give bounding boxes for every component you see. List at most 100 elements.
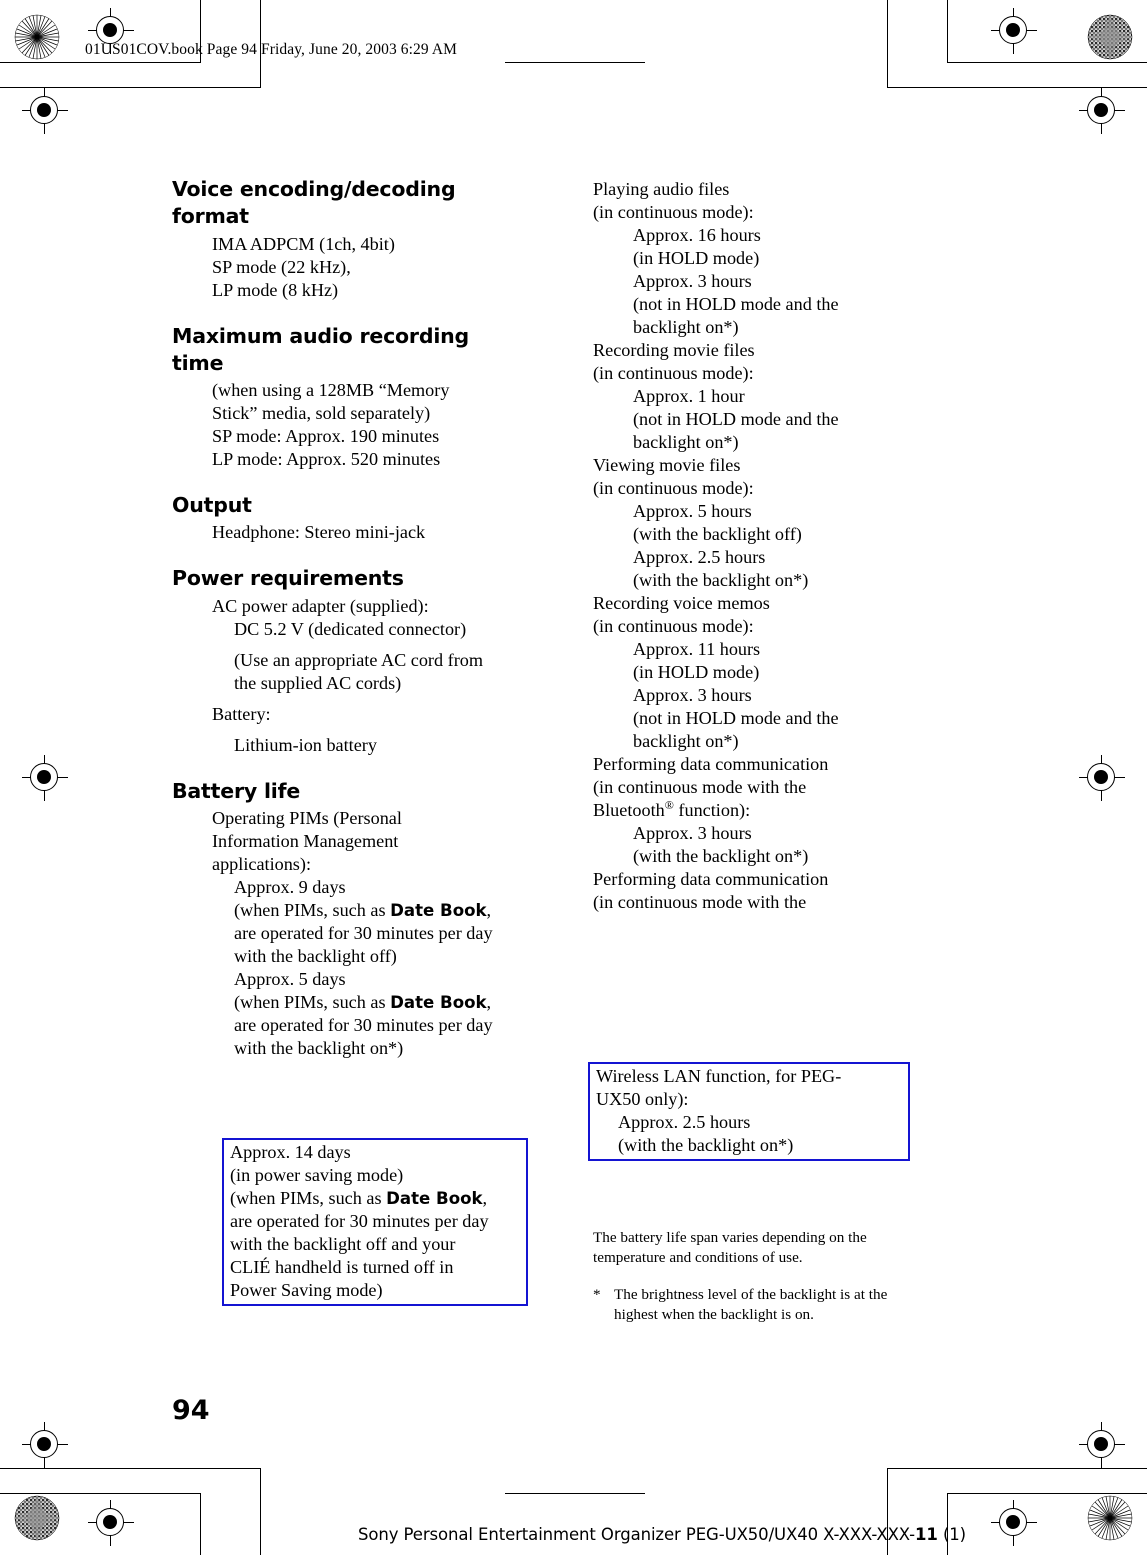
spec-line: LP mode (8 kHz) xyxy=(212,279,339,300)
usage-group-mode: (in continuous mode with the xyxy=(593,777,807,798)
cond-text: , xyxy=(482,1188,488,1209)
battery-entry-value: Approx. 9 days xyxy=(234,877,346,898)
spec-line: Headphone: Stereo mini-jack xyxy=(212,522,426,543)
left-text-column: Voice encoding/decoding format IMA ADPCM… xyxy=(172,176,512,1060)
usage-condition: backlight on*) xyxy=(633,432,739,453)
usage-value: Approx. 2.5 hours xyxy=(618,1112,751,1133)
battery-life-note: The battery life span varies depending o… xyxy=(593,1228,923,1267)
note-line: The battery life span varies depending o… xyxy=(593,1229,845,1246)
crop-line-right-inner xyxy=(887,0,888,88)
battery-entry-condition: (when PIMs, such as Date Book, xyxy=(234,899,512,922)
usage-group-mode: (in continuous mode): xyxy=(593,202,754,223)
spec-line: (Use an appropriate AC cord from xyxy=(234,649,483,670)
battery-entry-condition: are operated for 30 minutes per day xyxy=(234,1015,493,1036)
cond-text: , xyxy=(486,992,492,1013)
app-name-date-book: Date Book xyxy=(390,993,487,1013)
spec-line: Operating PIMs (Personal xyxy=(212,807,402,828)
cond-text: (when PIMs, such as xyxy=(230,1188,387,1209)
usage-condition: (in HOLD mode) xyxy=(633,248,760,269)
backlight-footnote: * The brightness level of the backlight … xyxy=(593,1285,933,1324)
crop-line-bottom-left-inner xyxy=(0,1468,260,1469)
crop-line-right-bottom-outer xyxy=(947,1493,948,1555)
right-text-column: Playing audio files (in continuous mode)… xyxy=(593,178,933,915)
battery-entry-condition: are operated for 30 minutes per day xyxy=(230,1211,489,1232)
registration-mark-top-left xyxy=(22,88,68,134)
battery-entry-condition: with the backlight off) xyxy=(234,946,397,967)
crop-line-right-outer xyxy=(947,0,948,63)
usage-group-mode: UX50 only): xyxy=(596,1089,689,1110)
crop-line-left-bottom-outer xyxy=(200,1493,201,1555)
battery-entry-condition: CLIÉ handheld is turned off in xyxy=(230,1257,454,1278)
footer-revision: 11 xyxy=(915,1525,938,1544)
section-heading-voice-format: Voice encoding/decoding format xyxy=(172,177,456,229)
highlight-box-power-saving-mode: Approx. 14 days (in power saving mode) (… xyxy=(222,1138,528,1307)
usage-condition: (not in HOLD mode and the xyxy=(633,708,839,729)
spec-line: the supplied AC cords) xyxy=(234,672,402,693)
center-mark-bottom xyxy=(505,1493,645,1494)
usage-group-mode: (in continuous mode): xyxy=(593,363,754,384)
page-number: 94 xyxy=(172,1395,210,1426)
book-slug-line: 01US01COV.book Page 94 Friday, June 20, … xyxy=(85,41,458,58)
usage-group-mode: (in continuous mode): xyxy=(593,616,754,637)
registration-mark-bottom-right xyxy=(1079,1422,1125,1468)
crop-line-bottom-left-outer xyxy=(0,1493,200,1494)
app-name-date-book: Date Book xyxy=(390,901,487,921)
spec-line: LP mode: Approx. 520 minutes xyxy=(212,449,441,470)
usage-group-mode: (in continuous mode with the xyxy=(593,892,807,913)
cond-text: (when PIMs, such as xyxy=(234,900,391,921)
usage-group-mode: (in continuous mode): xyxy=(593,478,754,499)
bluetooth-suffix: function): xyxy=(673,800,751,821)
registration-mark-bottom-left-lower xyxy=(88,1500,134,1546)
crop-line-bottom-right-outer xyxy=(947,1493,1147,1494)
registration-mark-left-middle xyxy=(22,755,68,801)
usage-group-title: Performing data communication xyxy=(593,869,829,890)
usage-value: Approx. 3 hours xyxy=(633,823,752,844)
usage-condition: (not in HOLD mode and the xyxy=(633,409,839,430)
rosette-target-top-right xyxy=(1087,14,1133,60)
note-line-1: The brightness level of the backlight is xyxy=(614,1286,851,1303)
footer-suffix: (1) xyxy=(937,1525,967,1544)
battery-entry-condition: Power Saving mode) xyxy=(230,1280,383,1301)
usage-condition: (with the backlight off) xyxy=(633,524,802,545)
spec-line: Battery: xyxy=(212,703,271,724)
usage-value: Approx. 5 hours xyxy=(633,501,752,522)
usage-value: Approx. 16 hours xyxy=(633,225,761,246)
section-heading-max-audio-recording-time: Maximum audio recording time xyxy=(172,323,470,375)
bluetooth-label: Bluetooth xyxy=(593,800,665,821)
footer-product-line: Sony Personal Entertainment Organizer PE… xyxy=(358,1525,916,1544)
footnote-asterisk-icon: * xyxy=(593,1286,601,1303)
note-line: The brightness level of the backlight is… xyxy=(614,1285,933,1324)
battery-entry-value: Approx. 14 days xyxy=(230,1142,351,1162)
battery-entry-condition: (in power saving mode) xyxy=(230,1165,404,1186)
registration-mark-right-middle xyxy=(1079,755,1125,801)
app-name-date-book: Date Book xyxy=(386,1189,483,1209)
usage-group-title: Recording movie files xyxy=(593,340,755,361)
crop-line-left-bottom-inner xyxy=(260,1468,261,1555)
usage-group-mode: Wireless LAN function, for PEG- xyxy=(596,1066,842,1086)
usage-condition: (with the backlight on*) xyxy=(633,846,809,867)
usage-group-title: Performing data communication xyxy=(593,754,829,775)
section-heading-battery-life: Battery life xyxy=(172,778,301,803)
rosette-target-bottom-left xyxy=(14,1495,60,1541)
spec-line: Lithium-ion battery xyxy=(234,734,377,755)
battery-entry-condition: (when PIMs, such as Date Book, xyxy=(230,1187,526,1210)
usage-condition: backlight on*) xyxy=(633,731,739,752)
page-footer: Sony Personal Entertainment Organizer PE… xyxy=(358,1525,966,1544)
spec-line: AC power adapter (supplied): xyxy=(212,595,429,616)
registration-mark-bottom-right-lower xyxy=(991,1500,1037,1546)
spec-line: DC 5.2 V (dedicated connector) xyxy=(234,618,467,639)
battery-entry-condition: with the backlight off and your xyxy=(230,1234,456,1255)
crop-line-bottom-right-inner xyxy=(887,1468,1147,1469)
rosette-target-top-left xyxy=(14,14,60,60)
usage-condition: (with the backlight on*) xyxy=(633,570,809,591)
section-heading-output: Output xyxy=(172,493,252,518)
spec-line: SP mode (22 kHz), xyxy=(212,256,351,277)
registered-trademark-icon: ® xyxy=(664,798,674,813)
crop-line-top-left-outer xyxy=(0,62,200,63)
usage-value: Approx. 1 hour xyxy=(633,386,745,407)
usage-value: Approx. 2.5 hours xyxy=(633,547,766,568)
cond-text: , xyxy=(486,900,492,921)
rosette-target-bottom-right xyxy=(1087,1495,1133,1541)
crop-line-top-right-outer xyxy=(947,62,1147,63)
registration-mark-bottom-left xyxy=(22,1422,68,1468)
